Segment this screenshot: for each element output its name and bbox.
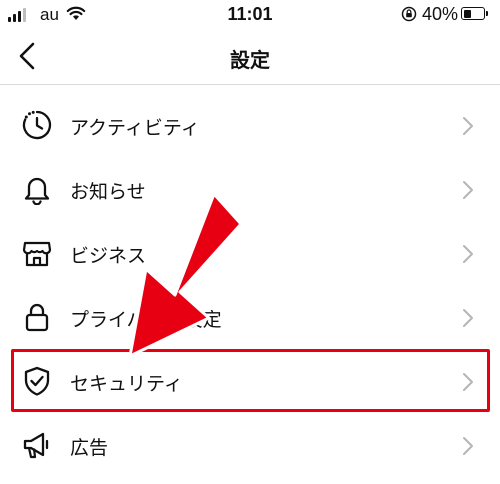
orientation-lock-icon: [401, 6, 417, 22]
settings-screen: au 11:01 40% 設定 アクティビティ お知らせ ビジネス プライバシー…: [0, 0, 500, 484]
menu-item-label: セキュリティ: [70, 373, 183, 395]
chevron-right-icon: [463, 245, 473, 263]
menu-item-privacy[interactable]: プライバシー設定: [0, 286, 500, 350]
status-bar: au 11:01 40%: [0, 0, 500, 30]
bell-icon: [24, 177, 50, 205]
activity-icon: [22, 110, 52, 140]
page-title: 設定: [230, 48, 270, 72]
menu-item-label: アクティビティ: [70, 117, 200, 139]
menu-item-notifications[interactable]: お知らせ: [0, 158, 500, 222]
battery-percentage: 40%: [422, 4, 459, 24]
chevron-right-icon: [463, 373, 473, 391]
menu-item-label: プライバシー設定: [70, 309, 222, 331]
battery-tip: [486, 11, 488, 16]
chevron-right-icon: [463, 117, 473, 135]
menu-item-security[interactable]: セキュリティ: [0, 350, 500, 414]
settings-list: アクティビティ お知らせ ビジネス プライバシー設定 セキュリティ 広告: [0, 94, 500, 478]
megaphone-icon: [23, 432, 49, 459]
shield-check-icon: [24, 366, 50, 396]
menu-item-label: ビジネス: [70, 245, 147, 267]
lock-icon: [25, 303, 49, 332]
menu-item-activity[interactable]: アクティビティ: [0, 94, 500, 158]
menu-item-ads[interactable]: 広告: [0, 414, 500, 478]
navigation-header: 設定: [0, 30, 500, 85]
menu-item-business[interactable]: ビジネス: [0, 222, 500, 286]
menu-item-label: お知らせ: [70, 181, 146, 203]
menu-item-label: 広告: [70, 437, 109, 459]
chevron-right-icon: [463, 181, 473, 199]
chevron-right-icon: [463, 437, 473, 455]
shop-icon: [22, 241, 52, 267]
battery-icon: [461, 7, 485, 20]
chevron-right-icon: [463, 309, 473, 327]
